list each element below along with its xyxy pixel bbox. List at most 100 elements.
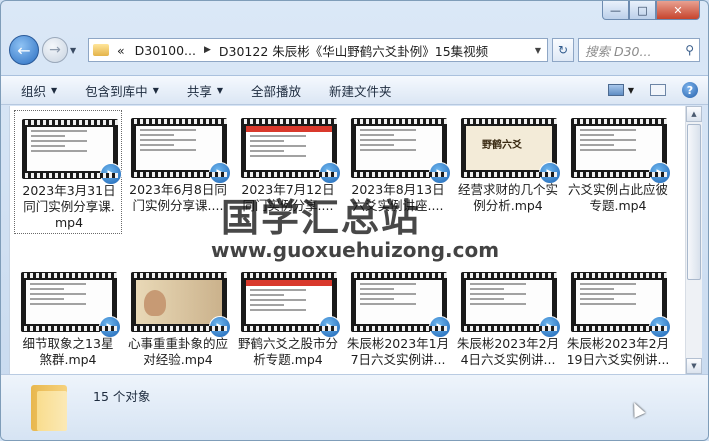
recent-pages-dropdown[interactable]: ▼ <box>70 46 82 55</box>
scroll-down-icon[interactable]: ▼ <box>686 358 702 374</box>
file-item[interactable]: ▶ 六爻实例占此应彼 专题.mp4 <box>564 110 672 234</box>
chevron-down-icon: ▼ <box>216 85 224 95</box>
play-all-button[interactable]: 全部播放 <box>251 81 301 100</box>
address-bar[interactable]: « D30100... ▶ D30122 朱辰彬《华山野鹤六爻卦例》15集视频 … <box>88 38 548 62</box>
view-dropdown-icon[interactable]: ▼ <box>628 86 634 95</box>
file-name: 朱辰彬2023年2月 19日六爻实例讲... <box>564 336 672 368</box>
file-item[interactable]: ▶ 心事重重卦象的应 对经验.mp4 <box>124 264 232 374</box>
media-player-icon: ▶ <box>539 162 561 184</box>
breadcrumb-parent[interactable]: D30100... <box>135 43 196 58</box>
video-thumbnail: ▶ <box>571 118 671 184</box>
file-item[interactable]: 野鹤六爻 ▶ 经营求财的几个实 例分析.mp4 <box>454 110 562 234</box>
scroll-thumb[interactable] <box>687 124 701 280</box>
video-thumbnail: ▶ <box>351 118 451 184</box>
file-name-line: 心事重重卦象的应 <box>127 336 228 351</box>
file-name-line: 细节取象之13星 <box>22 336 114 351</box>
media-player-icon: ▶ <box>99 316 121 338</box>
search-input[interactable]: 搜索 D30... ⚲ <box>578 38 700 62</box>
back-button[interactable]: ← <box>9 35 39 65</box>
play-all-label: 全部播放 <box>251 83 302 99</box>
file-item[interactable]: ▶ 朱辰彬2023年1月 7日六爻实例讲... <box>344 264 452 374</box>
crumb-overflow[interactable]: « <box>117 43 125 58</box>
media-player-icon: ▶ <box>539 316 561 338</box>
arrow-left-icon: ← <box>17 40 31 60</box>
watermark-url: www.guoxuehuizong.com <box>211 238 500 262</box>
media-player-icon: ▶ <box>319 162 341 184</box>
file-name: 六爻实例占此应彼 专题.mp4 <box>564 182 672 214</box>
maximize-button[interactable]: □ <box>629 1 656 20</box>
file-name-line: 2023年6月8日同 <box>129 182 227 197</box>
chevron-right-icon[interactable]: ▶ <box>204 45 211 55</box>
file-name-line: 析专题.mp4 <box>253 352 323 367</box>
forward-button[interactable]: → <box>42 37 68 63</box>
presenter-photo <box>144 290 166 316</box>
file-name: 细节取象之13星 煞群.mp4 <box>14 336 122 368</box>
video-thumbnail: ▶ <box>22 119 122 185</box>
search-placeholder: 搜索 D30... <box>585 43 652 59</box>
video-thumbnail: ▶ <box>461 272 561 338</box>
file-name: 野鹤六爻之股市分 析专题.mp4 <box>234 336 342 368</box>
thumbnail-title: 野鹤六爻 <box>482 140 522 151</box>
media-player-icon: ▶ <box>649 316 671 338</box>
media-player-icon: ▶ <box>429 162 451 184</box>
file-item[interactable]: ▶ 野鹤六爻之股市分 析专题.mp4 <box>234 264 342 374</box>
file-item[interactable]: ▶ 细节取象之13星 煞群.mp4 <box>14 264 122 374</box>
refresh-icon: ↻ <box>557 43 569 57</box>
file-name-line: mp4 <box>54 215 84 230</box>
file-name-line: 门实例分享课.... <box>132 198 224 213</box>
file-name-line: 例分析.mp4 <box>473 198 543 213</box>
media-player-icon: ▶ <box>209 316 231 338</box>
file-name: 经营求财的几个实 例分析.mp4 <box>454 182 562 214</box>
file-name: 朱辰彬2023年1月 7日六爻实例讲... <box>344 336 452 368</box>
explorer-window: — □ ✕ ← → ▼ « D30100... ▶ D30122 朱辰彬《华山野… <box>0 0 709 441</box>
file-name-line: 野鹤六爻之股市分 <box>237 336 338 351</box>
new-folder-button[interactable]: 新建文件夹 <box>329 81 392 100</box>
organize-menu[interactable]: 组织 ▼ <box>21 81 57 100</box>
scroll-up-icon[interactable]: ▲ <box>686 106 702 122</box>
media-player-icon: ▶ <box>100 163 122 185</box>
video-thumbnail: ▶ <box>571 272 671 338</box>
media-player-icon: ▶ <box>209 162 231 184</box>
file-name-line: 19日六爻实例讲... <box>566 352 670 367</box>
arrow-right-icon: → <box>49 42 61 58</box>
file-name: 心事重重卦象的应 对经验.mp4 <box>124 336 232 368</box>
file-name-line: 朱辰彬2023年1月 <box>346 336 450 351</box>
file-name-line: 专题.mp4 <box>589 198 647 213</box>
file-item[interactable]: ▶ 2023年3月31日 同门实例分享课. mp4 <box>14 110 122 234</box>
vertical-scrollbar[interactable]: ▲ ▼ <box>685 106 702 374</box>
include-library-label: 包含到库中 <box>85 83 148 99</box>
file-item[interactable]: ▶ 2023年6月8日同 门实例分享课.... <box>124 110 232 234</box>
video-thumbnail: ▶ <box>21 272 121 338</box>
include-library-menu[interactable]: 包含到库中 ▼ <box>85 81 159 100</box>
file-item[interactable]: ▶ 朱辰彬2023年2月 4日六爻实例讲... <box>454 264 562 374</box>
address-dropdown-icon[interactable]: ▼ <box>529 46 547 55</box>
file-name-line: 六爻实例占此应彼 <box>567 182 668 197</box>
chevron-down-icon: ▼ <box>152 85 159 95</box>
refresh-button[interactable]: ↻ <box>552 38 574 62</box>
share-label: 共享 <box>186 83 212 99</box>
file-item[interactable]: ▶ 朱辰彬2023年2月 19日六爻实例讲... <box>564 264 672 374</box>
close-button[interactable]: ✕ <box>656 1 700 20</box>
file-name: 2023年6月8日同 门实例分享课.... <box>124 182 232 214</box>
change-view-icon[interactable] <box>607 84 624 96</box>
window-controls: — □ ✕ <box>602 1 700 20</box>
file-name: 朱辰彬2023年2月 4日六爻实例讲... <box>454 336 562 368</box>
file-name-line: 朱辰彬2023年2月 <box>566 336 670 351</box>
file-name-line: 对经验.mp4 <box>143 352 213 367</box>
file-name: 2023年3月31日 同门实例分享课. mp4 <box>15 183 123 231</box>
file-name-line: 2023年3月31日 <box>22 183 116 198</box>
chevron-down-icon: ▼ <box>51 85 58 95</box>
folder-icon <box>31 385 67 431</box>
minimize-button[interactable]: — <box>602 1 629 20</box>
command-bar: 组织 ▼ 包含到库中 ▼ 共享 ▼ 全部播放 新建文件夹 ▼ ? <box>1 75 708 105</box>
preview-pane-icon[interactable] <box>650 84 666 96</box>
media-player-icon: ▶ <box>649 162 671 184</box>
help-icon[interactable]: ? <box>682 82 698 98</box>
breadcrumb-current[interactable]: D30122 朱辰彬《华山野鹤六爻卦例》15集视频 <box>219 41 488 60</box>
watermark-text: 国学汇总站 <box>221 195 422 240</box>
video-thumbnail: ▶ <box>241 272 341 338</box>
video-thumbnail: 野鹤六爻 ▶ <box>461 118 561 184</box>
search-icon[interactable]: ⚲ <box>685 43 694 57</box>
share-menu[interactable]: 共享 ▼ <box>187 81 223 100</box>
media-player-icon: ▶ <box>429 316 451 338</box>
